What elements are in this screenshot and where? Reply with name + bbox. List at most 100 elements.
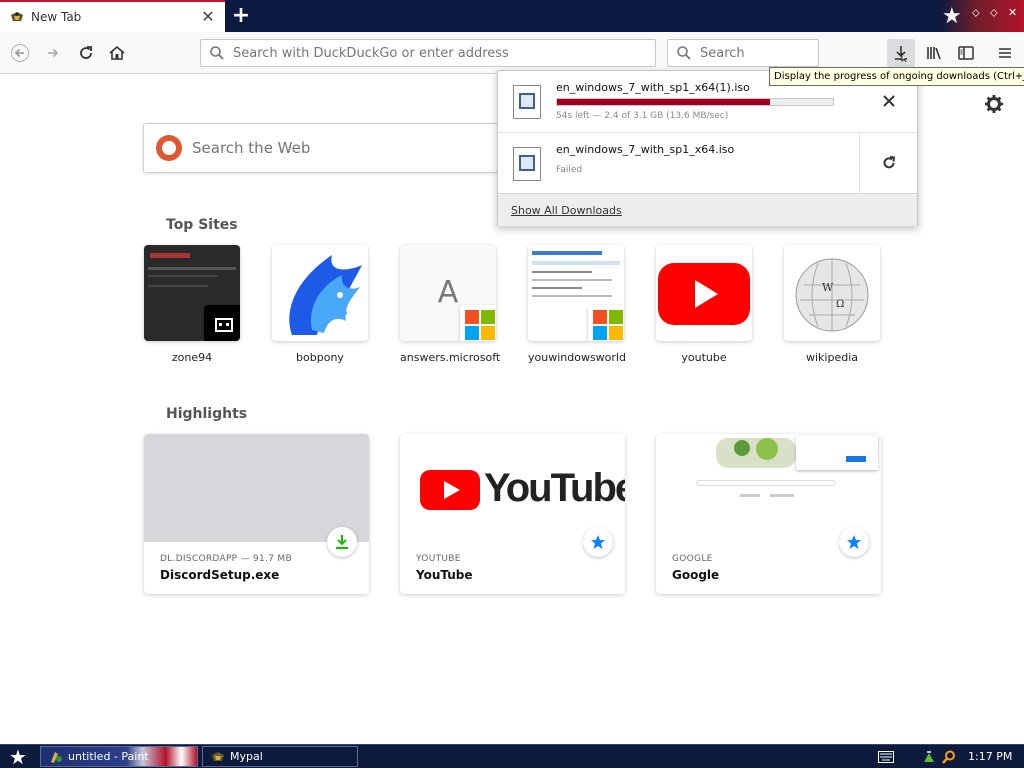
tab-strip: New Tab ✕ + ★ ⬦ ⬦ ✕ (0, 0, 1024, 32)
keyboard-icon[interactable] (878, 751, 894, 763)
bookmark-star-icon (583, 527, 613, 557)
wikipedia-globe-icon: W Ω (795, 258, 869, 332)
youtube-play-icon (658, 263, 750, 325)
highlight-card[interactable]: YouTube YOUTUBE YouTube (400, 434, 625, 594)
paint-icon (51, 751, 62, 763)
reload-button[interactable] (72, 39, 100, 67)
new-tab-button[interactable]: + (231, 5, 251, 27)
top-site-label: zone94 (171, 351, 213, 364)
google-page-image (656, 434, 881, 542)
top-sites-heading: Top Sites (166, 217, 238, 233)
youtube-logo-image: YouTube (400, 434, 625, 542)
top-site-tile[interactable]: W Ω wikipedia (784, 245, 880, 364)
bobpony-thumbnail (272, 245, 368, 341)
reload-icon (80, 46, 92, 59)
download-arrow-icon (895, 46, 907, 62)
duckduckgo-logo-icon (156, 135, 182, 161)
gear-icon[interactable] (984, 94, 1004, 114)
network-icon[interactable] (922, 750, 936, 764)
tab-title: New Tab (31, 10, 82, 24)
download-filename: en_windows_7_with_sp1_x64(1).iso (556, 81, 750, 94)
taskbar-clock: 1:17 PM (968, 750, 1013, 763)
sidebar-icon (958, 46, 974, 60)
microsoft-logo-icon (588, 305, 624, 341)
search-icon (677, 46, 691, 60)
download-progress-bar (556, 98, 834, 106)
top-site-tile[interactable]: bobpony (272, 245, 368, 364)
youwindowsworld-thumbnail (528, 245, 624, 341)
highlight-meta: YOUTUBE (416, 554, 461, 564)
web-search-box[interactable] (143, 123, 498, 173)
top-site-label: youwindowsworld (528, 351, 626, 364)
library-icon (927, 47, 941, 60)
highlight-title: YouTube (416, 568, 473, 582)
answers-microsoft-thumbnail: A (400, 245, 496, 341)
search-icon (210, 46, 224, 60)
highlights-heading: Highlights (166, 406, 248, 422)
youtube-wordmark: YouTube (484, 466, 625, 510)
retry-download-button[interactable] (859, 133, 918, 193)
download-status: 54s left — 2.4 of 3.1 GB (13.6 MB/sec) (556, 111, 729, 121)
tab-new-tab[interactable]: New Tab ✕ (0, 0, 225, 32)
web-search-input[interactable] (192, 139, 492, 157)
highlight-meta: GOOGLE (672, 554, 713, 564)
search-input[interactable] (700, 45, 810, 61)
hamburger-menu-icon (999, 48, 1011, 58)
highlight-title: Google (672, 568, 720, 582)
download-badge-icon (327, 527, 357, 557)
top-site-label: youtube (681, 351, 727, 364)
back-arrow-icon (11, 44, 29, 62)
taskbar-item-paint[interactable]: untitled - Paint (40, 746, 198, 767)
highlight-title: DiscordSetup.exe (160, 568, 280, 582)
top-site-label: answers.microsoft (400, 351, 501, 364)
zone94-favicon-icon (204, 305, 240, 341)
taskbar-item-mypal[interactable]: Mypal (202, 746, 358, 767)
library-button[interactable] (920, 39, 948, 67)
download-progress-fill (557, 99, 770, 105)
magnifier-icon[interactable] (942, 750, 956, 764)
start-button[interactable]: ★ (4, 746, 32, 768)
taskbar-item-label: untitled - Paint (68, 750, 149, 763)
url-input[interactable] (233, 45, 633, 61)
downloads-button[interactable] (887, 39, 915, 67)
top-site-label: wikipedia (805, 351, 858, 364)
top-site-tile[interactable]: zone94 (144, 245, 240, 364)
top-site-tile[interactable]: youtube (656, 245, 752, 364)
wikipedia-thumbnail: W Ω (784, 245, 880, 341)
top-site-label: bobpony (296, 351, 344, 364)
back-button[interactable] (6, 39, 34, 67)
mypal-icon (212, 751, 224, 761)
youtube-thumbnail (656, 245, 752, 341)
show-all-downloads-button[interactable]: Show All Downloads (498, 193, 917, 226)
microsoft-logo-icon (460, 305, 496, 341)
highlight-image (144, 434, 369, 542)
top-site-tile[interactable]: youwindowsworld (528, 245, 626, 364)
bobpony-logo-icon (289, 255, 362, 335)
download-status: Failed (556, 165, 583, 175)
downloads-tooltip: Display the progress of ongoing download… (769, 67, 1024, 86)
svg-text:W: W (822, 281, 834, 294)
close-icon (882, 95, 895, 107)
url-bar[interactable] (200, 39, 656, 67)
zone94-thumbnail (144, 245, 240, 341)
home-button[interactable] (103, 39, 131, 67)
tab-close-icon[interactable]: ✕ (200, 9, 216, 25)
taskbar: ★ untitled - Paint Mypal 1:17 PM (0, 744, 1024, 768)
highlight-card[interactable]: GOOGLE Google (656, 434, 881, 594)
download-item[interactable]: en_windows_7_with_sp1_x64.iso Failed (498, 133, 918, 193)
svg-text:Ω: Ω (836, 299, 844, 310)
search-bar[interactable] (667, 39, 819, 67)
sidebar-button[interactable] (952, 39, 980, 67)
retry-icon (883, 156, 896, 169)
show-all-downloads-label: Show All Downloads (511, 204, 622, 217)
highlight-card[interactable]: DL.DISCORDAPP — 91.7 MB DiscordSetup.exe (144, 434, 369, 594)
maximize-icon[interactable]: ⬦ (990, 6, 998, 20)
menu-button[interactable] (991, 39, 1019, 67)
top-site-tile[interactable]: A answers.microsoft (400, 245, 501, 364)
iso-file-icon (513, 85, 541, 119)
download-filename: en_windows_7_with_sp1_x64.iso (556, 143, 735, 156)
forward-button[interactable] (39, 39, 67, 67)
minimize-icon[interactable]: ⬦ (972, 6, 980, 20)
window-controls: ★ ⬦ ⬦ ✕ (940, 0, 1024, 32)
close-window-icon[interactable]: ✕ (1008, 6, 1017, 19)
